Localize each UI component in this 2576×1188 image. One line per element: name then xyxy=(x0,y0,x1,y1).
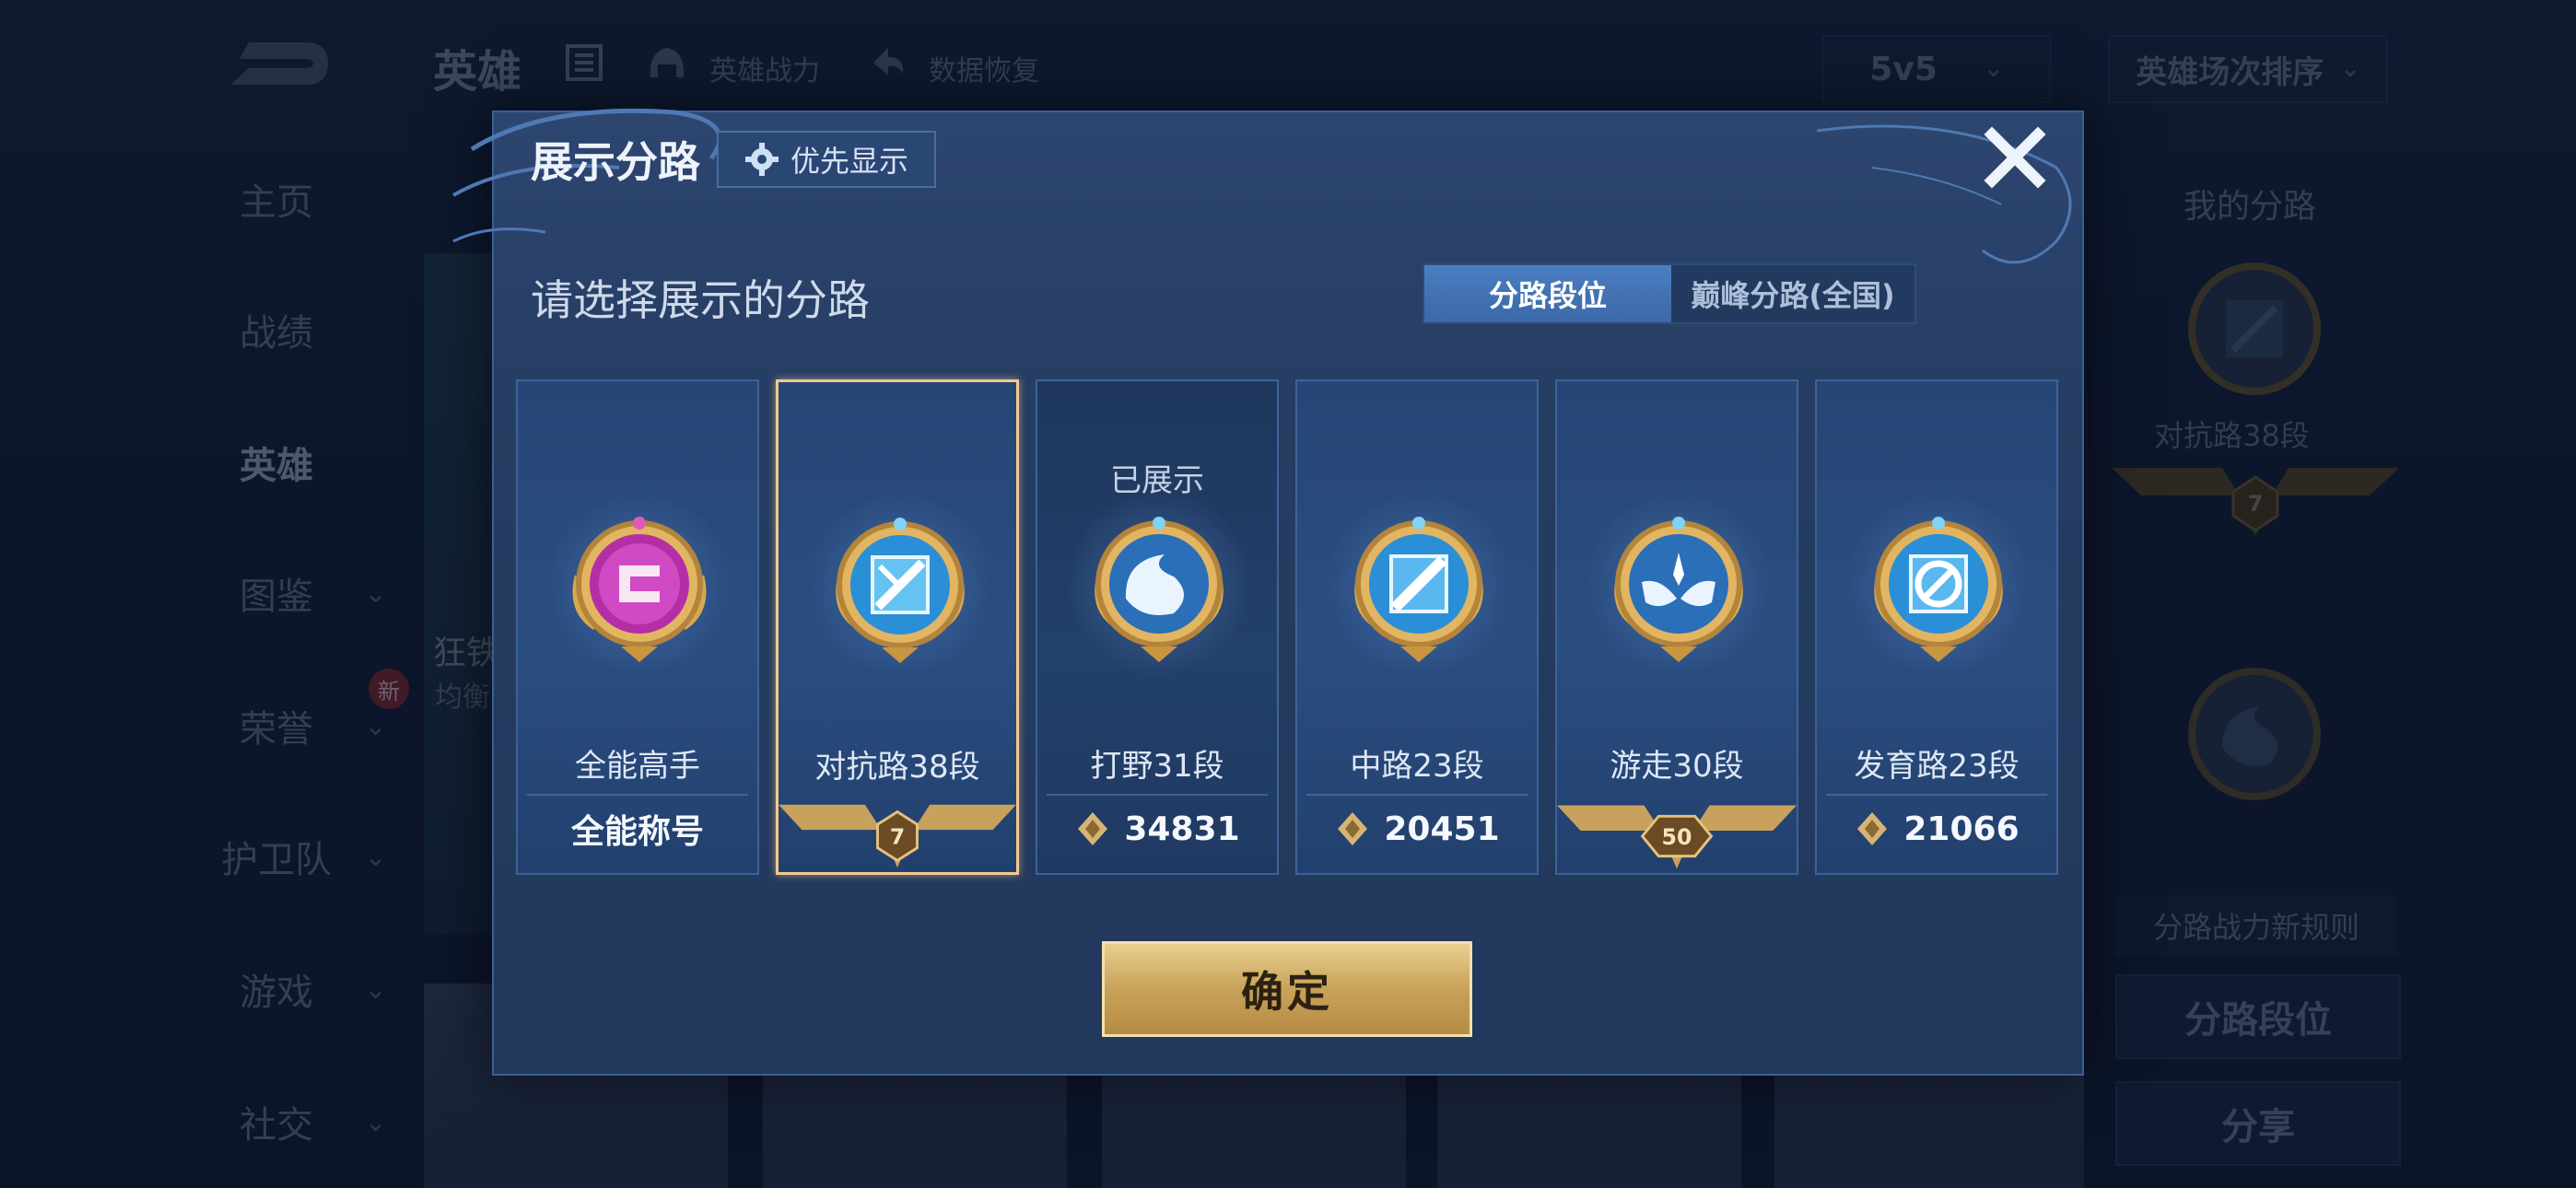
chevron-down-icon: ⌄ xyxy=(365,577,387,609)
lane-score-value: 34831 xyxy=(1124,809,1240,848)
clash-lane-emblem-icon xyxy=(836,518,965,663)
mode-select[interactable]: 5v5 ⌄ xyxy=(1822,35,2051,103)
sidebar-item-game[interactable]: 游戏 ⌄ xyxy=(184,952,405,1026)
data-restore-link[interactable]: 数据恢复 xyxy=(929,48,1039,88)
jungle-emblem-icon xyxy=(2188,668,2321,800)
lane-card-score: 21066 xyxy=(1826,794,2047,862)
sidebar-item-label: 荣誉 xyxy=(240,708,313,751)
sidebar-item-hero[interactable]: 英雄 xyxy=(184,425,405,499)
rank-star-count: 50 xyxy=(1662,824,1692,850)
lane-card-roam[interactable]: 游走30段 50 xyxy=(1555,379,1798,875)
confirm-button[interactable]: 确定 xyxy=(1102,941,1472,1037)
roam-emblem-icon xyxy=(1614,517,1743,662)
sidebar-item-label: 护卫队 xyxy=(221,839,332,881)
my-lane-label: 对抗路38段 xyxy=(2154,418,2310,453)
sidebar-item-home[interactable]: 主页 xyxy=(184,162,405,236)
power-icon xyxy=(1338,812,1368,845)
sidebar-item-label: 主页 xyxy=(240,181,313,224)
lane-card-name: 中路23段 xyxy=(1350,748,1484,785)
sidebar-item-gallery[interactable]: 图鉴 ⌄ xyxy=(184,556,405,630)
gear-icon xyxy=(744,143,779,176)
restore-icon xyxy=(873,48,904,76)
lane-card-score: 34831 xyxy=(1047,794,1268,862)
dialog-prompt: 请选择展示的分路 xyxy=(531,275,870,325)
chevron-down-icon: ⌄ xyxy=(365,841,387,872)
lane-card-all-round[interactable]: 全能高手 全能称号 xyxy=(516,379,759,875)
chevron-down-icon: ⌄ xyxy=(2340,55,2360,83)
lane-card-name: 打野31段 xyxy=(1090,748,1224,785)
chevron-down-icon: ⌄ xyxy=(1983,55,2004,83)
page-title: 英雄 xyxy=(433,46,522,98)
helmet-icon xyxy=(650,48,685,77)
hero-power-link[interactable]: 英雄战力 xyxy=(709,48,820,88)
lane-emblem-icon xyxy=(2188,262,2321,395)
lane-card-jungle[interactable]: 已展示 打野31段 34831 xyxy=(1036,379,1279,875)
mid-lane-emblem-icon xyxy=(1354,517,1483,662)
my-lane-title: 我的分路 xyxy=(2184,188,2317,226)
rank-ribbon: 50 xyxy=(1557,796,1797,873)
back-icon[interactable] xyxy=(221,35,332,92)
lane-card-name: 对抗路38段 xyxy=(814,749,980,786)
lane-card-farm[interactable]: 发育路23段 21066 xyxy=(1815,379,2058,875)
close-icon[interactable] xyxy=(1983,125,2047,190)
rank-ribbon: 7 xyxy=(779,795,1016,872)
rank-star-count: 7 xyxy=(890,824,905,850)
sidebar-item-guard[interactable]: 护卫队 ⌄ xyxy=(166,820,387,893)
lane-display-dialog: 展示分路 优先显示 请选择展示的分路 分路段位 巅峰分路(全国) 全能高手 全能… xyxy=(452,108,2084,1076)
power-icon xyxy=(1857,812,1888,845)
list-icon[interactable] xyxy=(564,42,604,83)
tab-peak-lane[interactable]: 巅峰分路(全国) xyxy=(1671,265,1914,322)
sidebar-item-label: 图鉴 xyxy=(240,576,313,618)
lane-card-name: 发育路23段 xyxy=(1854,748,2020,785)
chevron-down-icon: ⌄ xyxy=(365,973,387,1005)
lane-score-value: 20451 xyxy=(1384,809,1500,848)
mode-select-value: 5v5 xyxy=(1869,50,1938,88)
chevron-down-icon: ⌄ xyxy=(365,710,387,741)
dialog-title: 展示分路 xyxy=(531,137,700,187)
jungle-emblem-icon xyxy=(1095,517,1224,662)
sidebar-item-social[interactable]: 社交 ⌄ xyxy=(184,1085,405,1159)
rank-ribbon-icon: 7 xyxy=(2112,468,2399,536)
lane-card-name: 全能高手 xyxy=(575,748,700,785)
lane-card-score: 20451 xyxy=(1306,794,1528,862)
sort-select-value: 英雄场次排序 xyxy=(2136,53,2324,91)
power-icon xyxy=(1078,812,1108,845)
sidebar-item-record[interactable]: 战绩 xyxy=(184,293,405,367)
sidebar-item-label: 英雄 xyxy=(240,445,313,487)
chevron-down-icon: ⌄ xyxy=(365,1106,387,1137)
hero-card-name: 狂铁 xyxy=(433,635,500,672)
lane-card-clash[interactable]: 对抗路38段 7 xyxy=(776,379,1019,875)
hero-card-sub: 均衡 xyxy=(435,681,490,714)
sidebar-item-label: 社交 xyxy=(240,1104,313,1147)
sort-select[interactable]: 英雄场次排序 ⌄ xyxy=(2108,35,2388,103)
rank-star-count: 7 xyxy=(2248,491,2264,517)
lane-score-value: 21066 xyxy=(1903,809,2020,848)
lane-tabs: 分路段位 巅峰分路(全国) xyxy=(1423,263,1916,324)
lane-card-title: 全能称号 xyxy=(527,794,748,862)
lane-card-list: 全能高手 全能称号 对抗路38段 7 已展示 打野31段 34831 中路23段… xyxy=(516,379,2064,877)
sidebar-item-label: 战绩 xyxy=(240,312,313,355)
tab-lane-rank[interactable]: 分路段位 xyxy=(1424,265,1671,322)
all-round-emblem-icon xyxy=(572,517,707,662)
priority-display-label: 优先显示 xyxy=(790,144,908,179)
priority-display-button[interactable]: 优先显示 xyxy=(717,131,936,188)
sidebar-item-label: 游戏 xyxy=(240,972,313,1014)
lane-power-rule-link[interactable]: 分路战力新规则 xyxy=(2115,895,2397,956)
farm-lane-emblem-icon xyxy=(1874,517,2003,662)
new-badge: 新 xyxy=(369,669,409,709)
lane-card-name: 游走30段 xyxy=(1610,748,1744,785)
lane-card-mid[interactable]: 中路23段 20451 xyxy=(1295,379,1539,875)
share-button[interactable]: 分享 xyxy=(2115,1081,2401,1166)
lane-rank-button[interactable]: 分路段位 xyxy=(2115,974,2401,1059)
